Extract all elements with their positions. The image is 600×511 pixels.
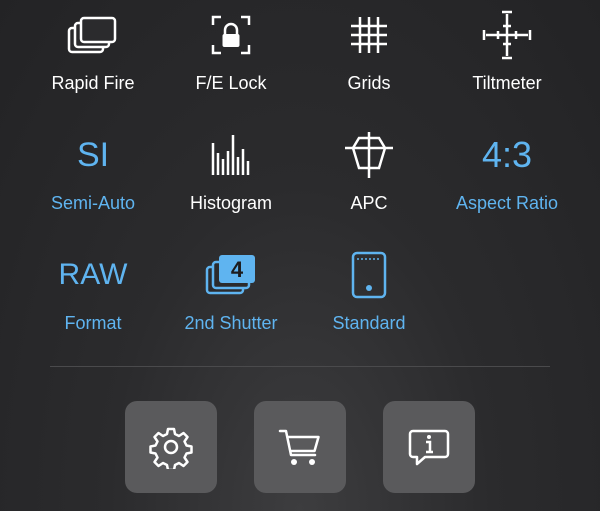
tile-label: Format — [64, 313, 122, 333]
store-button[interactable] — [254, 401, 346, 493]
tile-label: Rapid Fire — [51, 73, 135, 93]
settings-button[interactable] — [125, 401, 217, 493]
tile-fe-lock[interactable]: F/E Lock — [156, 0, 306, 110]
tile-apc[interactable]: APC — [294, 120, 444, 230]
tile-grids[interactable]: Grids — [294, 0, 444, 110]
rapid-fire-icon — [67, 16, 117, 54]
tile-format[interactable]: RAW Format — [18, 240, 168, 350]
tile-semi-auto[interactable]: SI Semi-Auto — [18, 120, 168, 230]
info-bubble-icon — [408, 429, 450, 466]
tiltmeter-icon — [482, 10, 532, 60]
second-shutter-icon: 4 — [205, 255, 255, 295]
tile-second-shutter[interactable]: 4 2nd Shutter — [156, 240, 306, 350]
tile-label: F/E Lock — [195, 73, 267, 93]
tile-label: Standard — [332, 313, 406, 333]
tile-rapid-fire[interactable]: Rapid Fire — [18, 0, 168, 110]
cart-icon — [278, 429, 320, 465]
divider — [50, 366, 550, 367]
gear-icon — [149, 427, 193, 469]
histogram-icon — [211, 135, 250, 175]
tile-label: APC — [350, 193, 388, 213]
grid-icon — [351, 17, 387, 53]
tile-label: Histogram — [189, 193, 273, 213]
apc-icon — [345, 132, 393, 178]
tile-label: Semi-Auto — [50, 193, 136, 213]
tile-tiltmeter[interactable]: Tiltmeter — [432, 0, 582, 110]
phone-standard-icon — [351, 251, 387, 299]
lock-icon — [211, 15, 251, 55]
tile-standard[interactable]: Standard — [294, 240, 444, 350]
si-text-icon: SI — [76, 136, 110, 174]
second-shutter-count: 4 — [231, 257, 244, 282]
info-button[interactable] — [383, 401, 475, 493]
tile-histogram[interactable]: Histogram — [156, 120, 306, 230]
raw-text-icon: RAW — [58, 258, 128, 291]
tile-label: Tiltmeter — [472, 73, 542, 93]
tile-label: Aspect Ratio — [455, 193, 559, 213]
aspect-ratio-text-icon: 4:3 — [481, 134, 533, 175]
tile-label: 2nd Shutter — [184, 313, 278, 333]
tile-aspect-ratio[interactable]: 4:3 Aspect Ratio — [432, 120, 582, 230]
tile-label: Grids — [347, 73, 391, 93]
